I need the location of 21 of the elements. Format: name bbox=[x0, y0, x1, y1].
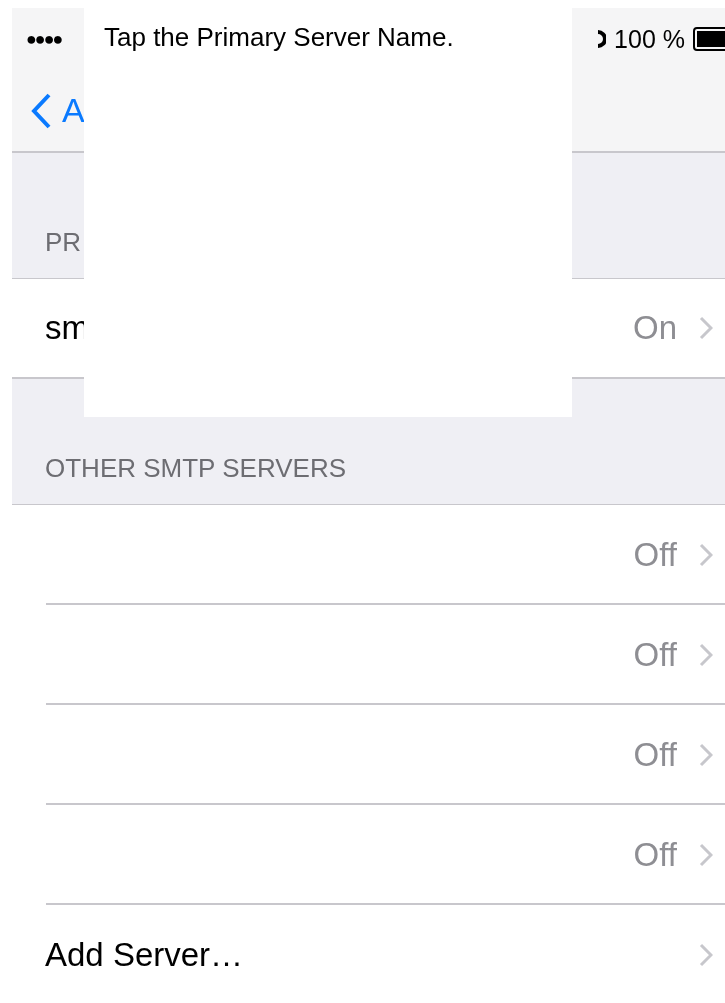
chevron-icon bbox=[699, 643, 713, 667]
status-value: Off bbox=[633, 736, 677, 774]
chevron-icon bbox=[699, 943, 713, 967]
battery-icon bbox=[693, 27, 725, 51]
back-button[interactable]: A bbox=[12, 91, 85, 130]
instruction-text: Tap the Primary Server Name. bbox=[104, 22, 454, 52]
status-value: On bbox=[632, 309, 677, 347]
row-label: Add Server… bbox=[45, 936, 244, 974]
section-header: OTHER SMTP SERVERS bbox=[45, 453, 346, 484]
back-chevron-icon bbox=[30, 91, 52, 130]
status-value: Off bbox=[633, 836, 677, 874]
status-value: Off bbox=[633, 636, 677, 674]
battery-percentage: 100 % bbox=[614, 24, 685, 54]
status-value: Off bbox=[633, 536, 677, 574]
signal-dots: ●●●● bbox=[26, 28, 62, 50]
section-header: PR bbox=[45, 227, 82, 258]
add-server-row[interactable]: Add Server… bbox=[12, 905, 725, 1003]
chevron-icon bbox=[699, 543, 713, 567]
chevron-icon bbox=[699, 843, 713, 867]
chevron-icon bbox=[699, 316, 713, 340]
chevron-icon bbox=[699, 743, 713, 767]
